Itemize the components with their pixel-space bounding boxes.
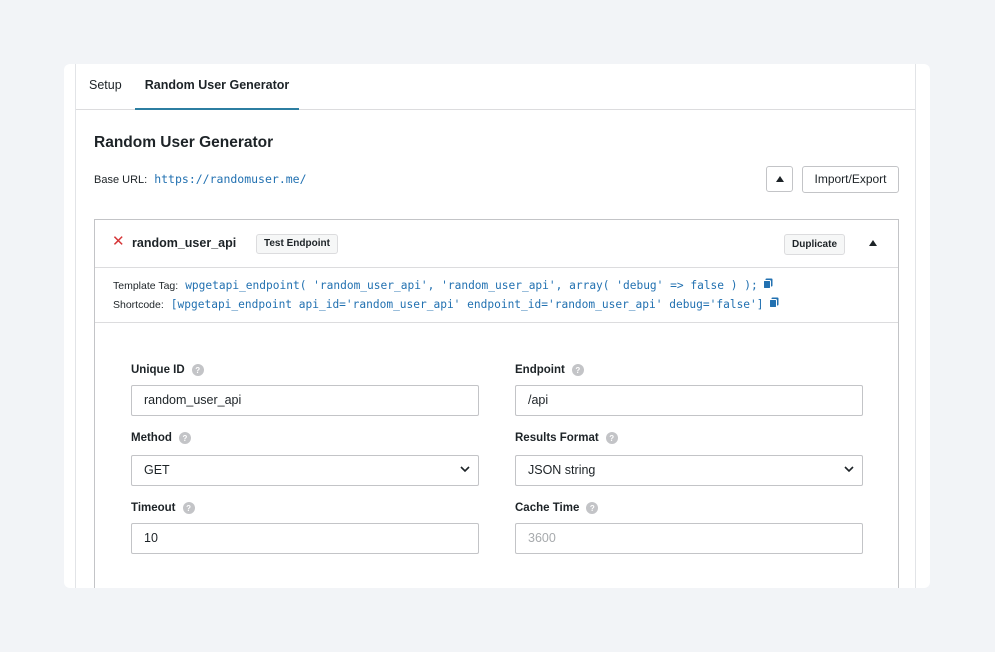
help-icon[interactable]: ? [182,502,195,514]
duplicate-button[interactable]: Duplicate [784,234,846,255]
endpoint-header: ✕ random_user_api Test Endpoint Duplicat… [95,220,898,268]
method-select[interactable]: GET [131,455,479,486]
base-url: Base URL: https://randomuser.me/ [94,172,307,186]
endpoint-label-text: Endpoint [515,364,565,376]
collapse-endpoint-icon[interactable] [868,238,878,248]
help-icon[interactable]: ? [191,364,204,376]
help-icon[interactable]: ? [586,502,599,514]
help-icon[interactable]: ? [571,364,584,376]
settings-panel: Setup Random User Generator Random User … [64,64,930,588]
method-label: Method ? [131,432,191,444]
test-endpoint-button[interactable]: Test Endpoint [256,234,338,254]
unique-id-label: Unique ID ? [131,364,204,376]
template-tag-row: Template Tag: wpgetapi_endpoint( 'random… [113,278,773,292]
endpoint-tags: Template Tag: wpgetapi_endpoint( 'random… [95,268,898,323]
tab-random-user-generator[interactable]: Random User Generator [135,64,299,110]
results-format-label: Results Format ? [515,432,618,444]
shortcode-value: [wpgetapi_endpoint api_id='random_user_a… [170,298,764,311]
results-format-select-value: JSON string [528,463,596,477]
cache-time-input[interactable]: 3600 [515,523,863,554]
template-tag-value: wpgetapi_endpoint( 'random_user_api', 'r… [185,279,758,292]
results-format-label-text: Results Format [515,432,599,444]
template-tag-label: Template Tag: [113,280,179,292]
method-select-value: GET [144,463,170,477]
shortcode-row: Shortcode: [wpgetapi_endpoint api_id='ra… [113,297,779,311]
cache-time-label: Cache Time ? [515,502,599,514]
timeout-label-text: Timeout [131,502,176,514]
settings-inner: Setup Random User Generator Random User … [75,64,916,588]
timeout-label: Timeout ? [131,502,195,514]
results-format-select[interactable]: JSON string [515,455,863,486]
cache-time-label-text: Cache Time [515,502,580,514]
tab-setup[interactable]: Setup [89,64,122,110]
chevron-down-icon [844,466,854,473]
endpoint-input[interactable]: /api [515,385,863,416]
timeout-input[interactable]: 10 [131,523,479,554]
page-title: Random User Generator [94,134,274,151]
endpoint-box: ✕ random_user_api Test Endpoint Duplicat… [94,219,899,588]
copy-icon[interactable] [762,278,773,292]
tab-bar: Setup Random User Generator [76,64,915,110]
unique-id-label-text: Unique ID [131,364,185,376]
copy-icon[interactable] [768,297,779,311]
endpoint-name: random_user_api [132,236,237,250]
help-icon[interactable]: ? [178,432,191,444]
unique-id-input[interactable]: random_user_api [131,385,479,416]
collapse-all-button[interactable] [766,166,793,192]
endpoint-label: Endpoint ? [515,364,584,376]
method-label-text: Method [131,432,172,444]
triangle-up-icon [869,240,877,246]
remove-endpoint-icon[interactable]: ✕ [112,234,125,250]
base-url-value: https://randomuser.me/ [154,172,307,186]
shortcode-label: Shortcode: [113,299,164,311]
chevron-down-icon [460,466,470,473]
base-url-label: Base URL: [94,174,148,186]
triangle-up-icon [775,176,784,182]
import-export-button[interactable]: Import/Export [802,166,899,193]
help-icon[interactable]: ? [605,432,618,444]
